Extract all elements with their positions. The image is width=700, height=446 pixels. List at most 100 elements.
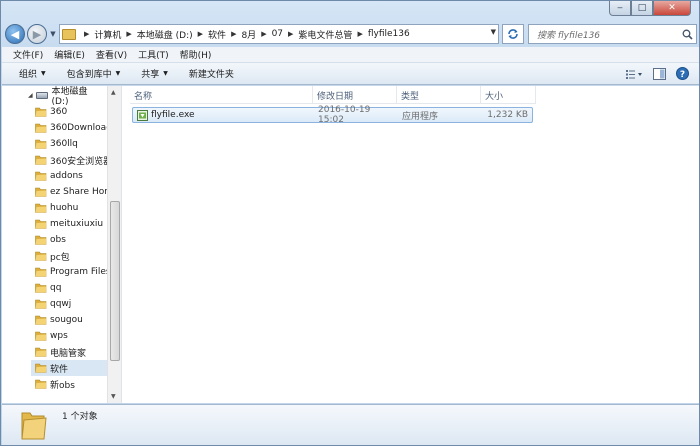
scroll-down-icon[interactable]: ▼: [111, 393, 116, 400]
folder-icon: [35, 267, 47, 277]
folder-icon: [35, 123, 47, 133]
breadcrumb-chevron-icon[interactable]: ▶: [357, 30, 362, 38]
command-bar: 组织 ▼ 包含到库中 ▼ 共享 ▼ 新建文件夹 ?: [2, 63, 699, 85]
refresh-icon: [508, 29, 518, 39]
maximize-button[interactable]: □: [631, 1, 653, 16]
tree-item-folder[interactable]: ez Share Home: [35, 184, 107, 200]
breadcrumb-chevron-icon[interactable]: ▶: [288, 30, 293, 38]
navigation-pane: ◢ 本地磁盘 (D:) 360 360Downloads 360llq 360安全浏览…: [2, 86, 107, 403]
refresh-button[interactable]: [502, 24, 524, 44]
breadcrumb-flyfile136[interactable]: flyfile136: [368, 29, 410, 39]
tree-label: 软件: [50, 364, 69, 375]
breadcrumb-chevron-icon[interactable]: ▶: [126, 30, 131, 38]
search-icon[interactable]: [678, 29, 696, 40]
folder-icon: [35, 347, 47, 357]
scroll-up-icon[interactable]: ▲: [111, 89, 116, 96]
address-bar[interactable]: ▶ 计算机 ▶ 本地磁盘 (D:) ▶ 软件 ▶ 8月 ▶ 07 ▶ 紫电文件总…: [59, 24, 499, 44]
back-button[interactable]: ◀: [5, 24, 25, 44]
tree-label: ez Share Home: [50, 187, 107, 197]
tree-item-folder[interactable]: 软件: [31, 360, 107, 376]
folder-icon: [35, 251, 47, 261]
breadcrumb: ▶ 计算机 ▶ 本地磁盘 (D:) ▶ 软件 ▶ 8月 ▶ 07 ▶ 紫电文件总…: [79, 28, 410, 41]
search-input[interactable]: 搜索 flyfile136: [537, 28, 678, 41]
tree-item-folder[interactable]: addons: [35, 168, 107, 184]
tree-item-folder[interactable]: qq: [35, 280, 107, 296]
chevron-down-icon: ▼: [163, 70, 168, 77]
menu-tools[interactable]: 工具(T): [138, 48, 169, 61]
tree-label: 360Downloads: [50, 123, 107, 133]
file-row-flyfile-exe[interactable]: flyfile.exe 2016-10-19 15:02 应用程序 1,232 …: [132, 105, 533, 125]
folder-icon: [35, 379, 47, 389]
tree-item-drive-d[interactable]: ◢ 本地磁盘 (D:): [28, 87, 107, 107]
breadcrumb-software[interactable]: 软件: [208, 28, 226, 41]
folder-icon: [62, 28, 76, 40]
search-box[interactable]: 搜索 flyfile136: [528, 24, 697, 44]
tree-item-folder[interactable]: 新obs: [35, 376, 107, 392]
breadcrumb-computer[interactable]: 计算机: [94, 28, 121, 41]
help-icon: ?: [676, 67, 689, 80]
breadcrumb-file-manager[interactable]: 紫电文件总管: [298, 28, 352, 41]
share-button[interactable]: 共享 ▼: [141, 67, 168, 80]
chevron-down-icon: ▼: [50, 30, 56, 38]
tree-item-folder[interactable]: pc包: [35, 248, 107, 264]
details-pane: 1 个对象: [2, 404, 699, 445]
tree-item-folder[interactable]: 360: [35, 104, 107, 120]
tree-item-folder[interactable]: Program Files: [35, 264, 107, 280]
preview-pane-button[interactable]: [653, 67, 666, 80]
tree-label: 360安全浏览器: [50, 156, 107, 167]
tree-item-folder[interactable]: 电脑管家: [35, 344, 107, 360]
hard-drive-icon: [35, 91, 48, 99]
breadcrumb-chevron-icon[interactable]: ▶: [261, 30, 266, 38]
close-button[interactable]: ✕: [653, 1, 691, 16]
new-folder-button[interactable]: 新建文件夹: [189, 67, 234, 80]
address-dropdown-icon[interactable]: ▼: [491, 28, 496, 36]
breadcrumb-august[interactable]: 8月: [241, 28, 256, 41]
tree-label: wps: [50, 331, 68, 341]
navigation-scrollbar[interactable]: ▲ ▼: [107, 86, 121, 403]
file-modified: 2016-10-19 15:02: [318, 105, 371, 125]
folder-icon: [35, 283, 47, 293]
tree-item-folder[interactable]: 360llq: [35, 136, 107, 152]
view-options-button[interactable]: [625, 68, 643, 80]
tree-item-folder[interactable]: huohu: [35, 200, 107, 216]
breadcrumb-chevron-icon[interactable]: ▶: [231, 30, 236, 38]
menu-edit[interactable]: 编辑(E): [54, 48, 85, 61]
share-label: 共享: [141, 70, 160, 80]
organize-button[interactable]: 组织 ▼: [19, 67, 46, 80]
tree-label: Program Files: [50, 267, 107, 277]
view-controls: ?: [615, 67, 689, 80]
recent-pages-dropdown[interactable]: ▼: [48, 30, 58, 38]
tree-item-folder[interactable]: 360Downloads: [35, 120, 107, 136]
include-in-library-button[interactable]: 包含到库中 ▼: [67, 67, 121, 80]
tree-label: meituxiuxiu: [50, 219, 104, 229]
breadcrumb-chevron-icon[interactable]: ▶: [198, 30, 203, 38]
folder-icon: [35, 107, 47, 117]
menu-view[interactable]: 查看(V): [96, 48, 127, 61]
breadcrumb-drive[interactable]: 本地磁盘 (D:): [137, 28, 193, 41]
folder-icon: [35, 219, 47, 229]
tree-item-folder[interactable]: qqwj: [35, 296, 107, 312]
menu-file[interactable]: 文件(F): [13, 48, 43, 61]
help-button[interactable]: ?: [676, 67, 689, 80]
column-header-modified[interactable]: 修改日期: [313, 86, 397, 104]
column-header-size[interactable]: 大小: [481, 86, 536, 104]
collapse-triangle-icon[interactable]: ◢: [28, 92, 33, 99]
tree-label: qq: [50, 283, 62, 293]
breadcrumb-chevron-icon[interactable]: ▶: [84, 30, 89, 38]
chevron-down-icon: ▼: [41, 70, 46, 77]
caption-buttons: ‒ □ ✕: [609, 1, 691, 17]
forward-button[interactable]: ▶: [27, 24, 47, 44]
tree-item-folder[interactable]: sougou: [35, 312, 107, 328]
column-header-type[interactable]: 类型: [397, 86, 481, 104]
breadcrumb-07[interactable]: 07: [272, 29, 283, 39]
scrollbar-thumb[interactable]: [110, 201, 120, 361]
menu-help[interactable]: 帮助(H): [180, 48, 212, 61]
column-header-name[interactable]: 名称: [130, 86, 313, 104]
tree-item-folder[interactable]: meituxiuxiu: [35, 216, 107, 232]
minimize-button[interactable]: ‒: [609, 1, 631, 16]
tree-label: 360: [50, 107, 68, 117]
tree-item-folder[interactable]: wps: [35, 328, 107, 344]
folder-icon: [35, 155, 47, 165]
tree-item-folder[interactable]: obs: [35, 232, 107, 248]
tree-item-folder[interactable]: 360安全浏览器: [35, 152, 107, 168]
